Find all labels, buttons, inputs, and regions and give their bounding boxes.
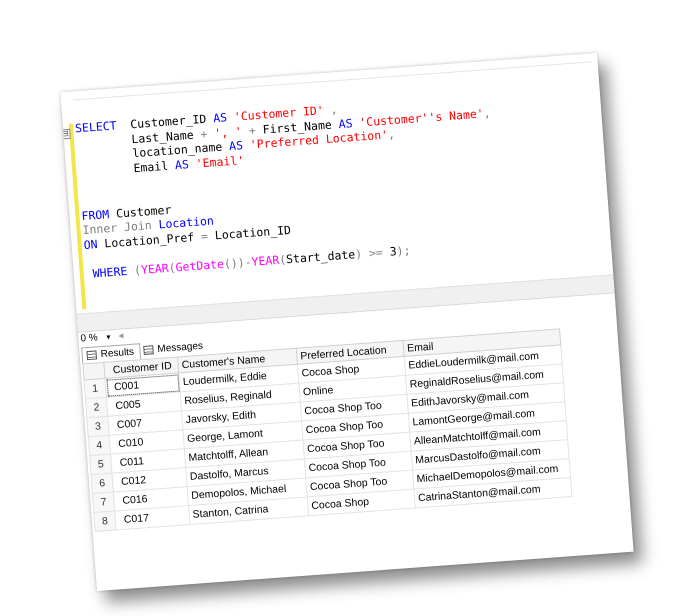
code-token: ON <box>83 236 105 252</box>
editor-ruler-line <box>72 61 592 101</box>
code-token: = <box>200 228 216 244</box>
code-token: 'Customer''s Name' <box>358 106 485 130</box>
code-token: , <box>483 105 492 121</box>
row-number[interactable]: 7 <box>92 492 115 513</box>
code-token: AS <box>212 109 235 126</box>
code-token: GetDate <box>175 256 225 275</box>
code-token: ); <box>396 243 411 259</box>
sql-code: SELECT Customer_ID AS 'Customer ID' , La… <box>60 53 597 280</box>
code-token: ())- <box>223 254 253 271</box>
code-token: AS <box>338 115 360 131</box>
row-number[interactable]: 5 <box>89 454 112 475</box>
code-token: WHERE <box>85 263 135 281</box>
scroll-left-icon[interactable]: ◂ <box>118 329 124 343</box>
chevron-down-icon[interactable]: ▾ <box>106 330 111 344</box>
row-number[interactable]: 8 <box>93 511 117 532</box>
row-number[interactable]: 3 <box>86 416 110 437</box>
zoom-level[interactable]: 0 % <box>80 331 98 346</box>
code-token: Start_date <box>285 247 356 267</box>
code-token: Location_ID <box>214 222 292 243</box>
code-token: 'Email' <box>195 152 245 171</box>
code-token: YEAR <box>140 260 170 277</box>
code-token: YEAR <box>251 252 280 269</box>
results-grid[interactable]: Customer ID Customer's Name Preferred Lo… <box>82 328 572 532</box>
tab-messages-label: Messages <box>157 340 204 355</box>
grid-icon <box>86 350 98 361</box>
tab-results-label: Results <box>100 346 135 361</box>
row-header-corner[interactable] <box>82 362 105 380</box>
code-token: AS <box>228 137 251 154</box>
collapse-icon[interactable]: ⊟ <box>60 128 71 140</box>
code-line: WHERE (YEAR(GetDate())-YEAR(Start_date) … <box>85 243 411 281</box>
row-number[interactable]: 6 <box>90 473 114 494</box>
customer-id-cell[interactable]: C017 <box>114 505 190 530</box>
code-token: + <box>241 122 264 138</box>
code-token: ) >= <box>354 244 391 262</box>
messages-icon <box>143 345 154 355</box>
row-number[interactable]: 1 <box>84 378 107 399</box>
code-token: AS <box>174 156 197 172</box>
row-number[interactable]: 4 <box>88 435 111 456</box>
ssms-window-snippet: ⊟ SELECT Customer_ID AS 'Customer ID' , … <box>60 52 634 592</box>
screenshot-stage: ⊟ SELECT Customer_ID AS 'Customer ID' , … <box>0 0 684 616</box>
code-token: , <box>387 127 396 142</box>
row-number[interactable]: 2 <box>85 397 108 418</box>
code-token: , <box>323 102 339 118</box>
code-token: ', ' <box>213 123 243 140</box>
